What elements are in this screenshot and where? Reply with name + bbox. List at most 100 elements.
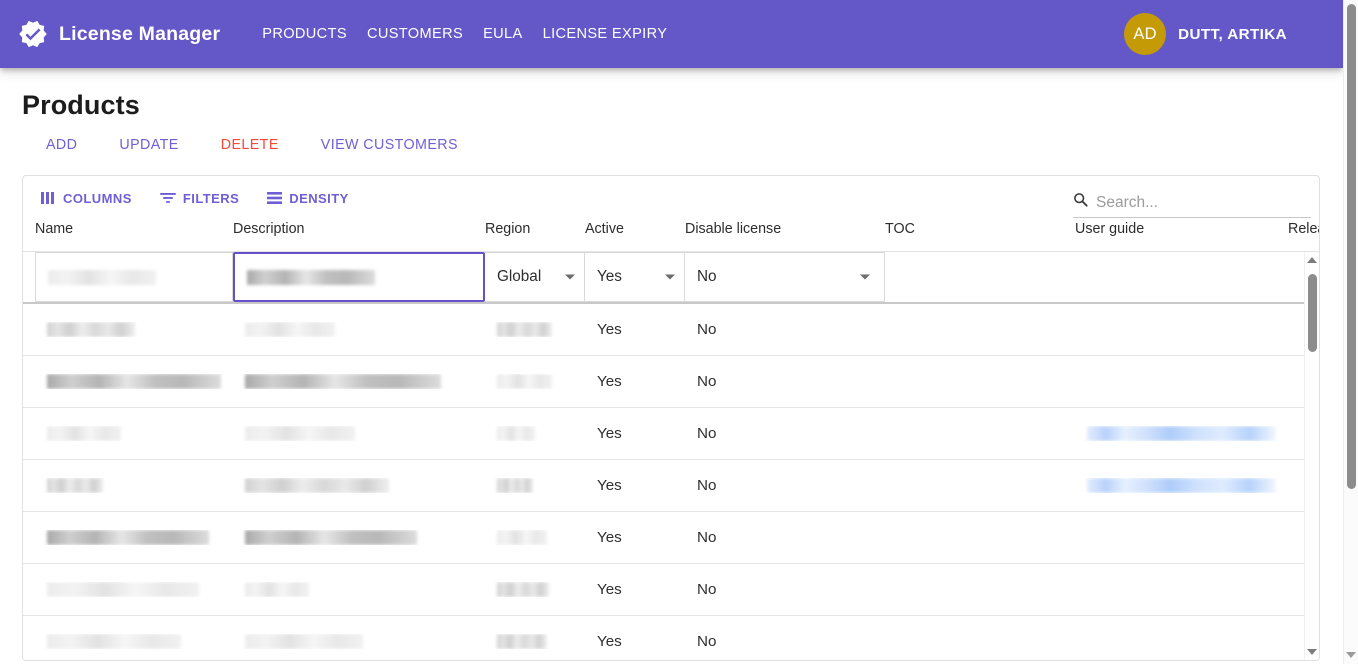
cell-disable-license[interactable]: No xyxy=(685,425,885,442)
grid-scrollbar-thumb[interactable] xyxy=(1308,274,1317,352)
cell-value: No xyxy=(697,321,717,338)
scroll-down-arrow-icon[interactable] xyxy=(1346,652,1356,658)
avatar[interactable]: AD xyxy=(1124,13,1167,55)
cell-description[interactable] xyxy=(233,374,485,389)
columns-button[interactable]: COLUMNS xyxy=(33,185,140,212)
column-header-description[interactable]: Description xyxy=(233,220,485,237)
cell-active[interactable]: Yes xyxy=(585,477,685,494)
table-row[interactable]: Yes No xyxy=(23,564,1319,616)
scroll-up-arrow-icon[interactable] xyxy=(1307,257,1317,263)
cell-user-guide[interactable] xyxy=(1075,478,1288,493)
table-row[interactable]: Yes No xyxy=(23,408,1319,460)
cell-description[interactable] xyxy=(233,530,485,545)
table-row[interactable]: Yes No xyxy=(23,356,1319,408)
cell-value: Yes xyxy=(597,425,622,442)
cell-disable-license[interactable]: No xyxy=(685,529,885,546)
cell-name[interactable] xyxy=(35,426,233,441)
redacted-value xyxy=(245,322,335,337)
brand[interactable]: License Manager xyxy=(18,19,220,49)
redacted-link[interactable] xyxy=(1087,478,1276,493)
nav-item-eula[interactable]: EULA xyxy=(473,18,533,50)
edit-cell-region-select[interactable]: Global xyxy=(485,252,585,302)
redacted-value xyxy=(47,530,209,545)
search-box[interactable] xyxy=(1073,192,1311,218)
column-header-region[interactable]: Region xyxy=(485,220,585,237)
edit-cell-user-guide[interactable] xyxy=(1075,252,1288,302)
column-header-active[interactable]: Active xyxy=(585,220,685,237)
grid-toolbar: COLUMNS FILTERS DENSITY Search... xyxy=(23,176,1319,220)
column-header-release[interactable]: Relea xyxy=(1288,220,1319,237)
update-button[interactable]: UPDATE xyxy=(111,133,186,157)
add-button[interactable]: ADD xyxy=(38,133,85,157)
cell-value: No xyxy=(697,425,717,442)
edit-cell-description[interactable] xyxy=(233,252,485,302)
cell-description[interactable] xyxy=(233,478,485,493)
table-row[interactable]: Yes No xyxy=(23,304,1319,356)
cell-description[interactable] xyxy=(233,634,485,649)
cell-disable-license[interactable]: No xyxy=(685,321,885,338)
column-header-user-guide[interactable]: User guide xyxy=(1075,220,1288,237)
edit-cell-toc[interactable] xyxy=(885,252,1075,302)
window-vertical-scrollbar[interactable] xyxy=(1343,0,1358,664)
cell-region[interactable] xyxy=(485,634,585,649)
column-header-disable-license[interactable]: Disable license xyxy=(685,220,885,237)
nav-item-products[interactable]: PRODUCTS xyxy=(252,18,357,50)
cell-disable-license[interactable]: No xyxy=(685,633,885,650)
table-row[interactable]: Yes No xyxy=(23,616,1319,660)
cell-user-guide[interactable] xyxy=(1075,426,1288,441)
scroll-down-arrow-icon[interactable] xyxy=(1307,649,1317,655)
redacted-value xyxy=(497,582,549,597)
density-button[interactable]: DENSITY xyxy=(259,185,357,212)
cell-name[interactable] xyxy=(35,322,233,337)
nav-item-customers[interactable]: CUSTOMERS xyxy=(357,18,473,50)
edit-cell-name[interactable] xyxy=(35,252,233,302)
cell-active[interactable]: Yes xyxy=(585,321,685,338)
column-header-toc[interactable]: TOC xyxy=(885,220,1075,237)
cell-region[interactable] xyxy=(485,322,585,337)
cell-active[interactable]: Yes xyxy=(585,373,685,390)
cell-disable-license[interactable]: No xyxy=(685,373,885,390)
cell-region[interactable] xyxy=(485,582,585,597)
cell-region[interactable] xyxy=(485,530,585,545)
redacted-link[interactable] xyxy=(1087,426,1276,441)
user-menu[interactable]: AD DUTT, ARTIKA xyxy=(1124,0,1287,68)
cell-active[interactable]: Yes xyxy=(585,529,685,546)
cell-value: No xyxy=(697,373,717,390)
search-input[interactable] xyxy=(1096,194,1296,212)
cell-description[interactable] xyxy=(233,426,485,441)
cell-name[interactable] xyxy=(35,478,233,493)
cell-active[interactable]: Yes xyxy=(585,581,685,598)
edit-cell-disable-license-select[interactable]: No xyxy=(685,252,885,302)
cell-region[interactable] xyxy=(485,478,585,493)
search-icon xyxy=(1073,192,1088,212)
cell-name[interactable] xyxy=(35,582,233,597)
cell-name[interactable] xyxy=(35,634,233,649)
density-icon xyxy=(267,191,283,205)
cell-value: Yes xyxy=(597,581,622,598)
cell-name[interactable] xyxy=(35,530,233,545)
column-header-name[interactable]: Name xyxy=(35,220,233,237)
user-name: DUTT, ARTIKA xyxy=(1178,25,1287,43)
nav-item-license-expiry[interactable]: LICENSE EXPIRY xyxy=(533,18,678,50)
cell-name[interactable] xyxy=(35,374,233,389)
cell-disable-license[interactable]: No xyxy=(685,477,885,494)
table-row[interactable]: Yes No xyxy=(23,460,1319,512)
redacted-value xyxy=(245,374,441,389)
cell-value: Yes xyxy=(597,529,622,546)
redacted-value xyxy=(497,322,552,337)
cell-region[interactable] xyxy=(485,374,585,389)
edit-cell-active-select[interactable]: Yes xyxy=(585,252,685,302)
view-customers-button[interactable]: VIEW CUSTOMERS xyxy=(313,133,466,157)
cell-description[interactable] xyxy=(233,322,485,337)
grid-vertical-scrollbar[interactable] xyxy=(1304,252,1319,660)
cell-active[interactable]: Yes xyxy=(585,633,685,650)
table-row[interactable]: Yes No xyxy=(23,512,1319,564)
delete-button[interactable]: DELETE xyxy=(213,133,287,157)
cell-description[interactable] xyxy=(233,582,485,597)
cell-region[interactable] xyxy=(485,426,585,441)
window-scrollbar-thumb[interactable] xyxy=(1347,4,1356,489)
redacted-value xyxy=(47,426,121,441)
cell-disable-license[interactable]: No xyxy=(685,581,885,598)
cell-active[interactable]: Yes xyxy=(585,425,685,442)
filters-button[interactable]: FILTERS xyxy=(152,185,247,212)
